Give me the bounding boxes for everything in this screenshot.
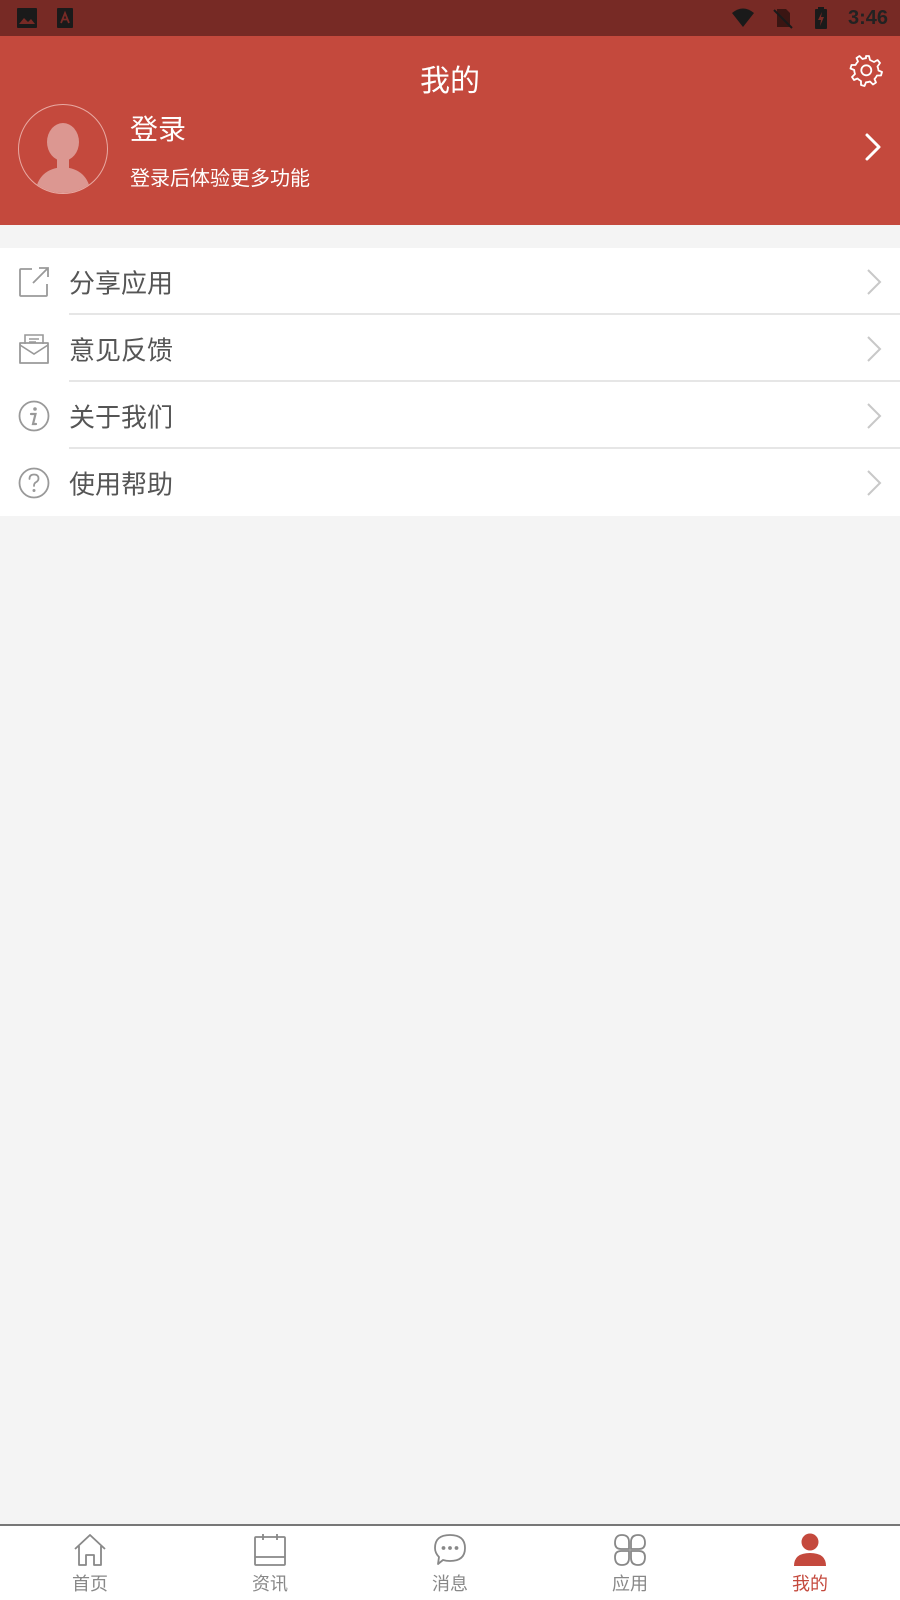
login-title[interactable]: 登录 [130,108,186,148]
status-right: 3:46 [730,7,888,30]
chevron-right-icon [867,335,882,362]
menu-item-label: 使用帮助 [69,470,174,500]
menu-item-feedback[interactable]: 意见反馈 [0,315,900,382]
nav-label: 消息 [432,1574,468,1595]
user-silhouette-icon [35,123,91,193]
wifi-icon [731,8,754,27]
settings-button[interactable] [848,52,884,88]
login-subtitle: 登录后体验更多功能 [130,166,310,190]
battery-charging-icon [814,7,827,29]
menu-item-label: 分享应用 [69,269,174,299]
nav-label: 我的 [792,1574,828,1595]
page-title: 我的 [420,64,480,99]
status-bar: 3:46 [0,0,900,36]
chevron-right-icon [867,268,882,295]
avatar[interactable] [18,104,108,194]
nav-item-messages[interactable]: 消息 [360,1526,540,1600]
home-icon [74,1534,106,1566]
nav-item-news[interactable]: 资讯 [180,1526,360,1600]
nav-label: 应用 [612,1574,648,1595]
nav-item-home[interactable]: 首页 [0,1526,180,1600]
menu-item-share-app[interactable]: 分享应用 [0,248,900,315]
user-icon [794,1533,826,1566]
feedback-mail-icon [19,333,49,364]
no-sim-icon [773,9,793,29]
menu-list: 分享应用 意见反馈 关于我们 使用帮助 [0,248,900,516]
chevron-right-icon [867,469,882,496]
info-icon [18,400,50,431]
apps-icon [614,1534,646,1566]
status-time: 3:46 [847,6,888,29]
image-icon [17,8,37,28]
nav-item-apps[interactable]: 应用 [540,1526,720,1600]
text-a-icon [57,8,73,28]
news-calendar-icon [254,1534,286,1566]
help-icon [18,467,50,498]
nav-label: 资讯 [252,1574,288,1595]
menu-item-label: 关于我们 [69,403,174,433]
nav-item-mine[interactable]: 我的 [720,1526,900,1600]
menu-item-about-us[interactable]: 关于我们 [0,382,900,449]
gear-icon [849,55,883,87]
nav-label: 首页 [72,1574,108,1595]
status-left [16,7,76,29]
profile-header: 我的 登录 登录后体验更多功能 [0,36,900,225]
chevron-right-icon[interactable] [862,132,884,162]
message-bubble-icon [434,1534,466,1565]
share-icon [19,266,49,297]
bottom-nav: 首页 资讯 消息 应用 我的 [0,1524,900,1600]
chevron-right-icon [867,402,882,429]
menu-item-help[interactable]: 使用帮助 [0,449,900,516]
menu-item-label: 意见反馈 [69,336,174,366]
